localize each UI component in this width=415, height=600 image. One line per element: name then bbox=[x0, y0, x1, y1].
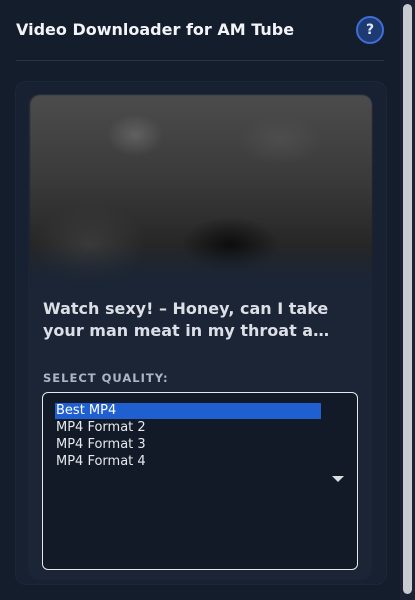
question-mark-icon: ? bbox=[365, 22, 375, 38]
thumbnail-fade bbox=[30, 245, 372, 285]
scrollbar-thumb[interactable] bbox=[403, 4, 412, 594]
quality-option-1[interactable]: Best MP4 bbox=[55, 403, 321, 419]
select-quality-label: SELECT QUALITY: bbox=[43, 371, 169, 385]
quality-option-2[interactable]: MP4 Format 2 bbox=[55, 420, 321, 436]
video-title: Watch sexy! – Honey, can I take your man… bbox=[43, 299, 330, 340]
popup-window: Video Downloader for AM Tube ? Watch sex… bbox=[0, 0, 400, 600]
help-button[interactable]: ? bbox=[356, 16, 384, 44]
quality-option-4[interactable]: MP4 Format 4 bbox=[55, 454, 321, 470]
header: Video Downloader for AM Tube ? bbox=[16, 14, 384, 46]
app-title: Video Downloader for AM Tube bbox=[16, 20, 295, 39]
quality-select[interactable]: Best MP4 MP4 Format 2 MP4 Format 3 MP4 F… bbox=[42, 392, 358, 570]
quality-option-3[interactable]: MP4 Format 3 bbox=[55, 437, 321, 453]
header-divider bbox=[16, 60, 384, 61]
dropdown-caret-icon[interactable] bbox=[332, 476, 344, 482]
video-thumbnail bbox=[30, 95, 372, 285]
